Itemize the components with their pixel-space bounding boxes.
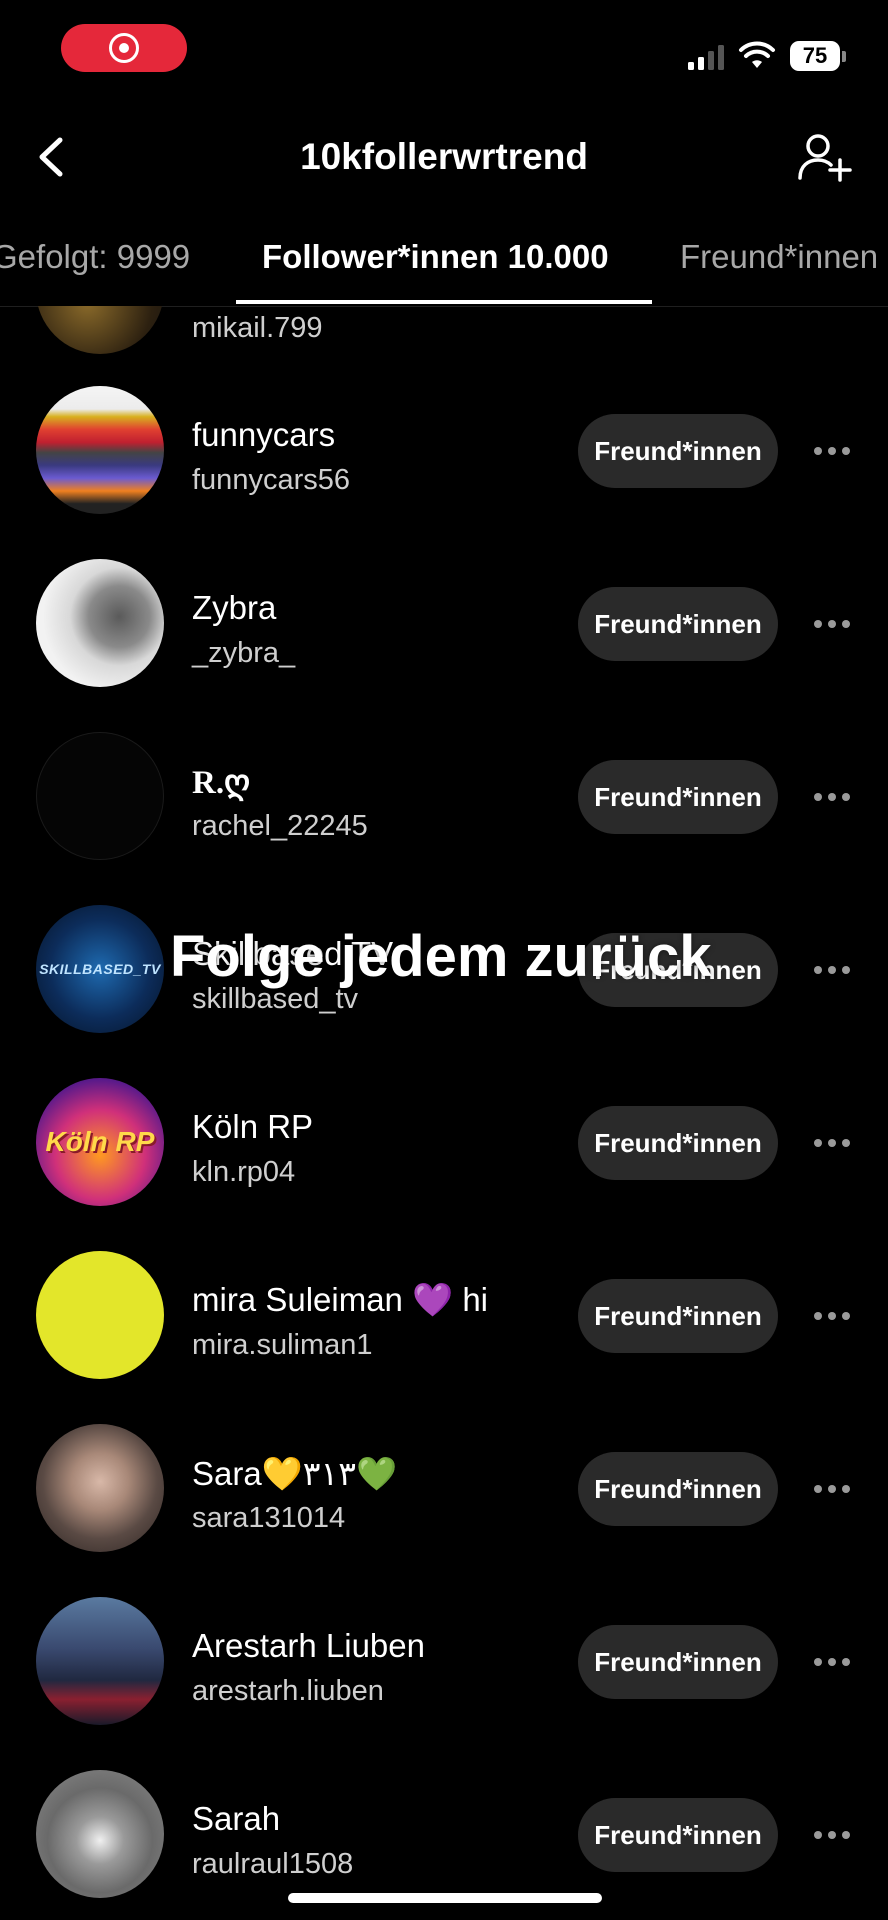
avatar-logo-text: Köln RP <box>45 1126 155 1157</box>
user-handle: rachel_22245 <box>192 810 368 842</box>
more-options-icon[interactable] <box>814 618 854 630</box>
avatar[interactable] <box>36 559 164 687</box>
user-handle: arestarh.liuben <box>192 1675 384 1707</box>
screen-recording-indicator[interactable] <box>61 24 187 72</box>
battery-tip <box>842 51 846 62</box>
user-display-name: Zybra <box>192 589 277 626</box>
user-display-name: Sarah <box>192 1800 281 1837</box>
avatar[interactable] <box>36 1770 164 1898</box>
user-display-name: mira Suleiman 💜 hi <box>192 1281 489 1318</box>
user-handle: _zybra_ <box>192 637 296 669</box>
list-item[interactable]: R.ღ rachel_22245 Freund*innen <box>0 728 888 888</box>
tab-friends[interactable]: Freund*innen <box>680 238 878 276</box>
more-options-icon[interactable] <box>814 1829 854 1841</box>
avatar[interactable]: SKILLBASED_TV <box>36 905 164 1033</box>
friends-button[interactable]: Freund*innen <box>578 1279 778 1353</box>
avatar[interactable] <box>36 1424 164 1552</box>
active-tab-indicator <box>236 300 652 304</box>
video-caption-overlay: Folge jedem zurück <box>170 924 712 989</box>
user-display-name: Sara💛٣١٣💚 <box>192 1455 398 1492</box>
user-handle: sara131014 <box>192 1502 346 1534</box>
list-item[interactable]: Arestarh Liuben arestarh.liuben Freund*i… <box>0 1593 888 1753</box>
avatar[interactable]: Köln RP <box>36 1078 164 1206</box>
wifi-icon <box>739 41 775 68</box>
tab-following[interactable]: Gefolgt: 9999 <box>0 238 190 276</box>
user-handle: mira.suliman1 <box>192 1329 373 1361</box>
page-title: 10kfollerwrtrend <box>300 136 588 177</box>
nav-header: 10kfollerwrtrend <box>0 110 888 200</box>
friends-button[interactable]: Freund*innen <box>578 1625 778 1699</box>
cellular-signal-icon <box>688 44 724 70</box>
more-options-icon[interactable] <box>814 1137 854 1149</box>
home-indicator[interactable] <box>288 1893 602 1903</box>
user-display-name: funnycars <box>192 416 336 453</box>
battery-indicator: 75 <box>790 41 840 71</box>
add-user-icon[interactable] <box>796 130 852 186</box>
tab-bar: Gefolgt: 9999 Follower*innen 10.000 Freu… <box>0 228 888 307</box>
friends-button[interactable]: Freund*innen <box>578 1452 778 1526</box>
user-handle: raulraul1508 <box>192 1848 354 1880</box>
friends-button[interactable]: Freund*innen <box>578 414 778 488</box>
avatar[interactable] <box>36 386 164 514</box>
avatar-logo-text: SKILLBASED_TV <box>39 961 161 977</box>
tab-followers[interactable]: Follower*innen 10.000 <box>262 238 609 276</box>
status-bar: 75 <box>0 0 888 100</box>
list-item[interactable]: Sara💛٣١٣💚 sara131014 Freund*innen <box>0 1420 888 1580</box>
more-options-icon[interactable] <box>814 1656 854 1668</box>
friends-button[interactable]: Freund*innen <box>578 1106 778 1180</box>
user-display-name: Köln RP <box>192 1108 314 1145</box>
friends-button[interactable]: Freund*innen <box>578 587 778 661</box>
friends-button[interactable]: Freund*innen <box>578 760 778 834</box>
user-display-name: R.ღ <box>192 765 251 801</box>
avatar[interactable] <box>36 1251 164 1379</box>
avatar[interactable] <box>36 306 164 354</box>
avatar[interactable] <box>36 1597 164 1725</box>
user-handle: funnycars56 <box>192 464 350 496</box>
friends-button[interactable]: Freund*innen <box>578 1798 778 1872</box>
user-handle: kln.rp04 <box>192 1156 296 1188</box>
list-item[interactable]: mira Suleiman 💜 hi mira.suliman1 Freund*… <box>0 1247 888 1407</box>
more-options-icon[interactable] <box>814 445 854 457</box>
follower-list[interactable]: mikail.799 Freund*innen funnycars funnyc… <box>0 306 888 1920</box>
list-item[interactable]: Köln RP Köln RP kln.rp04 Freund*innen <box>0 1074 888 1234</box>
user-handle: mikail.799 <box>192 312 323 344</box>
more-options-icon[interactable] <box>814 964 854 976</box>
list-item[interactable]: Zybra _zybra_ Freund*innen <box>0 555 888 715</box>
more-options-icon[interactable] <box>814 791 854 803</box>
list-item[interactable]: mikail.799 Freund*innen <box>0 306 888 370</box>
more-options-icon[interactable] <box>814 1483 854 1495</box>
record-icon <box>109 33 139 63</box>
list-item[interactable]: funnycars funnycars56 Freund*innen <box>0 382 888 542</box>
more-options-icon[interactable] <box>814 1310 854 1322</box>
avatar[interactable] <box>36 732 164 860</box>
user-display-name: Arestarh Liuben <box>192 1627 425 1664</box>
